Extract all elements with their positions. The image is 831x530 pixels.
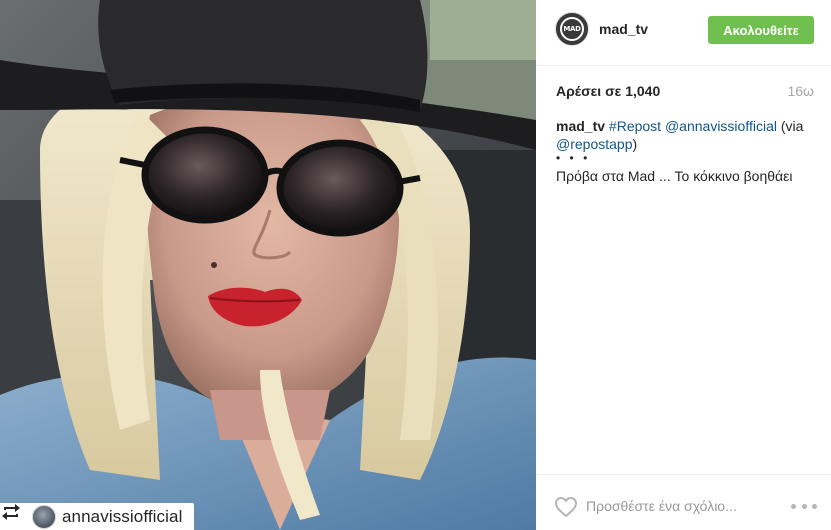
repost-avatar <box>32 504 56 529</box>
profile-username[interactable]: mad_tv <box>599 21 648 37</box>
post-timestamp[interactable]: 16ω <box>787 83 814 99</box>
more-options-icon[interactable] <box>791 497 817 515</box>
caption-username[interactable]: mad_tv <box>556 118 605 134</box>
stats-row: Αρέσει σε 1,040 16ω <box>556 83 814 99</box>
avatar-logo: MAD <box>560 17 584 41</box>
comment-input[interactable] <box>586 494 776 518</box>
post-photo-image <box>0 0 536 530</box>
post-caption: mad_tv #Repost @annavissiofficial (via @… <box>556 117 816 185</box>
repost-username[interactable]: annavissiofficial <box>62 507 182 527</box>
heart-icon[interactable] <box>554 496 578 518</box>
following-button[interactable]: Ακολουθείτε <box>708 16 814 44</box>
caption-dots: • • • <box>556 151 591 165</box>
more-dot <box>801 503 807 509</box>
post-details-panel: MAD mad_tv Ακολουθείτε Αρέσει σε 1,040 1… <box>536 0 831 530</box>
more-dot <box>791 503 796 509</box>
post-photo[interactable]: annavissiofficial <box>0 0 536 530</box>
caption-via-close: ) <box>632 136 638 152</box>
repost-tag[interactable]: annavissiofficial <box>0 503 195 530</box>
more-dot <box>812 503 817 509</box>
caption-via-mention[interactable]: @repostapp <box>556 136 632 152</box>
caption-text: Πρόβα στα Mad ... Το κόκκινο βοηθάει <box>556 168 793 184</box>
caption-hashtag[interactable]: #Repost <box>609 118 661 134</box>
comment-bar <box>536 474 831 530</box>
caption-mention[interactable]: @annavissiofficial <box>665 118 777 134</box>
repost-icon <box>2 504 26 526</box>
likes-count[interactable]: Αρέσει σε 1,040 <box>556 83 660 99</box>
post-header: MAD mad_tv Ακολουθείτε <box>536 0 831 66</box>
profile-avatar[interactable]: MAD <box>555 12 589 46</box>
caption-via-open: (via <box>780 118 804 134</box>
